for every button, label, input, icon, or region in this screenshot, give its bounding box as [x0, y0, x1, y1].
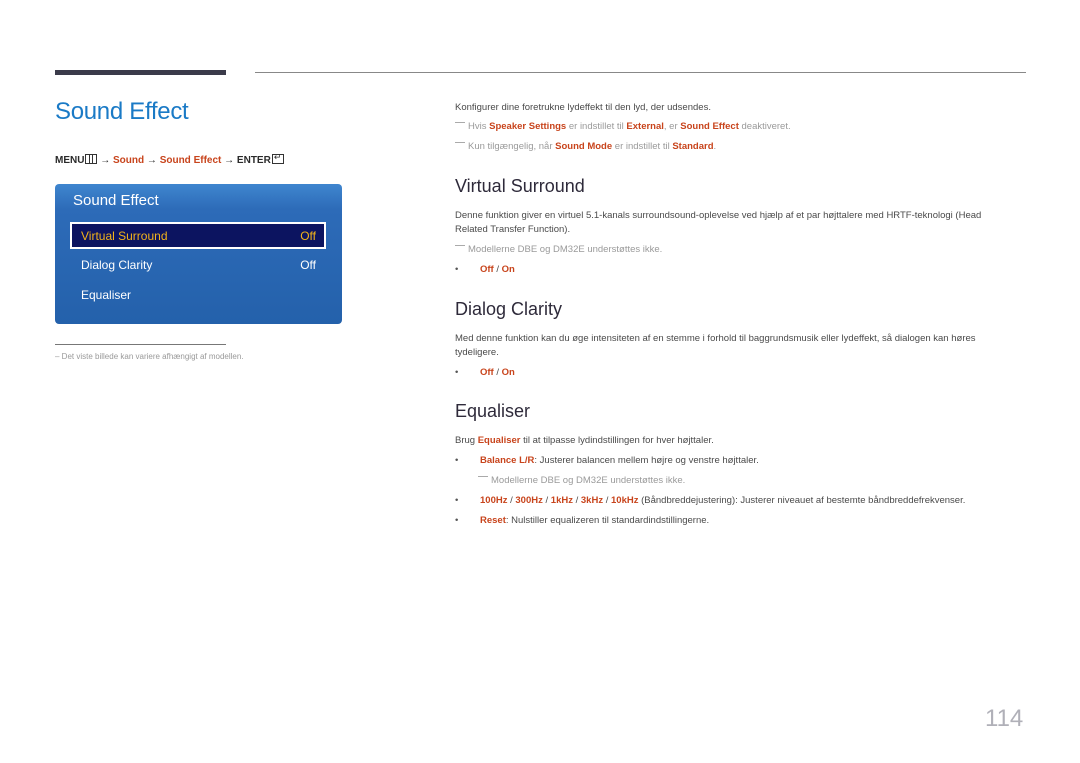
- equaliser-balance-note: Modellerne DBE og DM32E understøttes ikk…: [478, 475, 685, 486]
- osd-item-virtual-surround[interactable]: Virtual Surround Off: [70, 222, 326, 249]
- menu-label: MENU: [55, 155, 85, 166]
- header-rule-thick: [55, 70, 226, 75]
- section-heading-virtual-surround: Virtual Surround: [455, 176, 585, 196]
- text: til at tilpasse lydindstillingen for hve…: [520, 435, 714, 446]
- bullet-icon: •: [455, 367, 459, 378]
- osd-item-value: Off: [300, 229, 316, 243]
- balance-text: : Justerer balancen mellem højre og vens…: [534, 455, 759, 466]
- bullet-icon: •: [455, 495, 459, 506]
- band-sep: /: [603, 495, 611, 506]
- header-rule-thin: [255, 72, 1026, 73]
- note-text: er indstillet til: [612, 141, 673, 152]
- dialog-clarity-desc-1: Med denne funktion kan du øge intensitet…: [455, 333, 976, 344]
- bullet-icon: •: [455, 515, 459, 526]
- arrow: →: [224, 155, 235, 166]
- footnote-rule: [55, 344, 226, 345]
- reset-label: Reset: [480, 515, 506, 526]
- band-3khz: 3kHz: [580, 495, 604, 506]
- arrow: →: [146, 155, 157, 166]
- band-1khz: 1kHz: [550, 495, 573, 506]
- note-text: Modellerne DBE og DM32E understøttes ikk…: [468, 244, 663, 255]
- dialog-clarity-desc-2: tydeligere.: [455, 347, 499, 358]
- note-dash-icon: [455, 142, 465, 143]
- equaliser-balance-item: • Balance L/R: Justerer balancen mellem …: [455, 455, 1015, 469]
- equaliser-reset-item: • Reset: Nulstiller equalizeren til stan…: [455, 515, 1015, 529]
- equaliser-bands-item: • 100Hz / 300Hz / 1kHz / 3kHz / 10kHz (B…: [455, 495, 1035, 509]
- page-title: Sound Effect: [55, 98, 189, 125]
- osd-item-dialog-clarity[interactable]: Dialog Clarity Off: [70, 252, 326, 279]
- menu-grid-icon: [85, 154, 98, 164]
- option-sep: /: [493, 264, 502, 275]
- note-dash-icon: [478, 476, 488, 477]
- highlight: Equaliser: [477, 435, 521, 446]
- bands-text: (Båndbreddejustering): Justerer niveauet…: [638, 495, 966, 506]
- note-highlight: Standard: [672, 141, 714, 152]
- section-heading-dialog-clarity: Dialog Clarity: [455, 299, 563, 319]
- arrow: →: [100, 155, 111, 166]
- dialog-clarity-options: • Off / On: [455, 367, 655, 381]
- note-text: , er: [663, 121, 681, 132]
- band-sep: /: [572, 495, 581, 506]
- intro-text: Konfigurer dine foretrukne lydeffekt til…: [455, 102, 711, 113]
- note-text: Hvis: [468, 121, 490, 132]
- bullet-icon: •: [455, 455, 459, 466]
- note-text: deaktiveret.: [738, 121, 791, 132]
- intro-note-1: Hvis Speaker Settings er indstillet til …: [455, 121, 791, 132]
- osd-item-label: Dialog Clarity: [81, 258, 153, 272]
- virtual-surround-desc-2: Related Transfer Function).: [455, 224, 571, 235]
- option-off: Off: [480, 264, 494, 275]
- virtual-surround-options: • Off / On: [455, 264, 655, 278]
- note-highlight: Speaker Settings: [489, 121, 567, 132]
- osd-menu-panel: Sound Effect Virtual Surround Off Dialog…: [55, 184, 342, 324]
- menu-path: MENU → Sound → Sound Effect → ENTER: [55, 152, 284, 166]
- virtual-surround-note: Modellerne DBE og DM32E understøttes ikk…: [455, 244, 662, 255]
- note-highlight: External: [626, 121, 664, 132]
- note-text: Modellerne DBE og DM32E understøttes ikk…: [491, 475, 686, 486]
- intro-note-2: Kun tilgængelig, når Sound Mode er indst…: [455, 141, 716, 152]
- footnote: – Det viste billede kan variere afhængig…: [55, 352, 244, 361]
- note-highlight: Sound Effect: [680, 121, 739, 132]
- balance-label: Balance L/R: [480, 455, 535, 466]
- note-text: Kun tilgængelig, når: [468, 141, 556, 152]
- option-off: Off: [480, 367, 494, 378]
- band-100hz: 100Hz: [480, 495, 508, 506]
- reset-text: : Nulstiller equalizeren til standardind…: [505, 515, 710, 526]
- virtual-surround-desc-1: Denne funktion giver en virtuel 5.1-kana…: [455, 210, 982, 221]
- note-dash-icon: [455, 245, 465, 246]
- osd-item-label: Equaliser: [81, 288, 132, 302]
- section-heading-equaliser: Equaliser: [455, 401, 531, 421]
- osd-title: Sound Effect: [73, 192, 159, 209]
- enter-label: ENTER: [236, 155, 271, 166]
- option-on: On: [501, 264, 515, 275]
- note-text: er indstillet til: [566, 121, 627, 132]
- osd-item-equaliser[interactable]: Equaliser: [70, 282, 326, 309]
- option-sep: /: [493, 367, 502, 378]
- menu-step-sound-effect: Sound Effect: [159, 155, 222, 166]
- osd-item-value: Off: [300, 258, 316, 272]
- band-10khz: 10kHz: [611, 495, 639, 506]
- enter-icon: [271, 152, 284, 164]
- equaliser-intro: Brug Equaliser til at tilpasse lydindsti…: [455, 434, 714, 448]
- menu-step-sound: Sound: [113, 155, 145, 166]
- note-text: .: [713, 141, 717, 152]
- note-highlight: Sound Mode: [555, 141, 613, 152]
- note-dash-icon: [455, 122, 465, 123]
- osd-item-label: Virtual Surround: [81, 229, 168, 243]
- page-number: 114: [985, 705, 1024, 732]
- band-300hz: 300Hz: [515, 495, 543, 506]
- band-sep: /: [542, 495, 551, 506]
- option-on: On: [501, 367, 515, 378]
- bullet-icon: •: [455, 264, 459, 275]
- text: Brug: [455, 435, 478, 446]
